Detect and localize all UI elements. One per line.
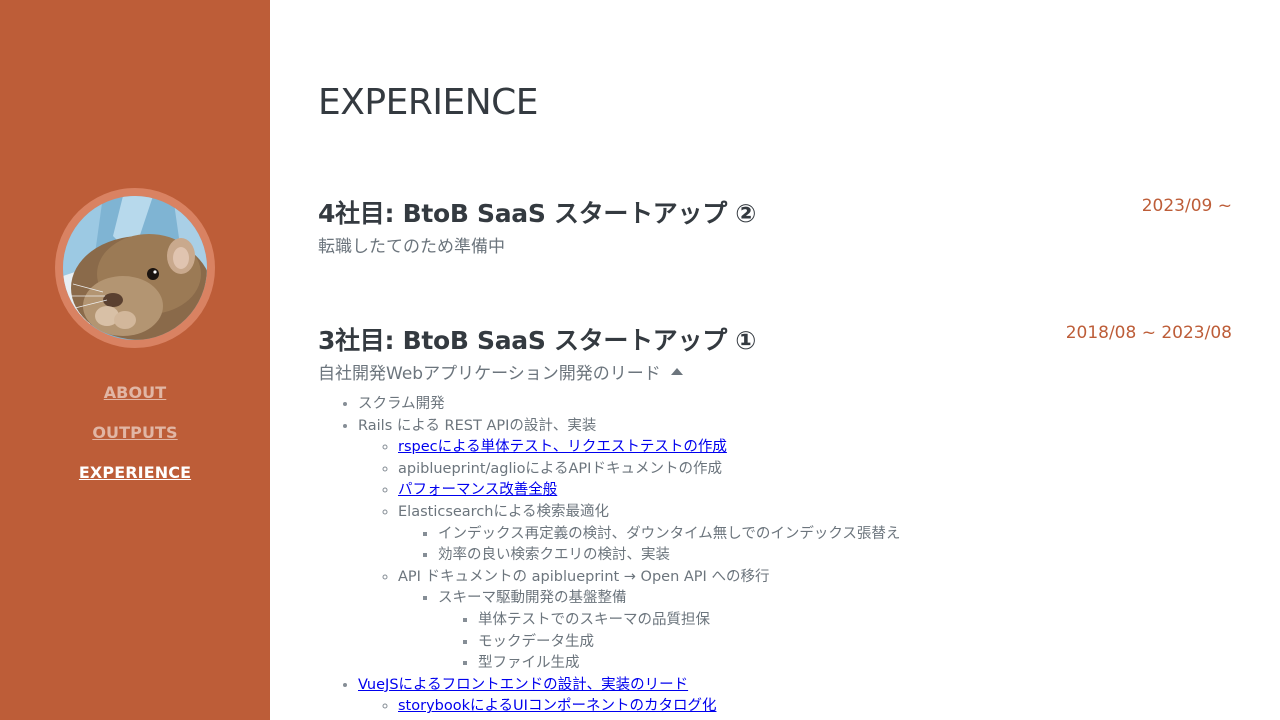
task-list: スクラム開発 Rails による REST APIの設計、実装 rspecによる… [318,394,900,718]
list-item: スクラム開発 [358,394,900,416]
list-item: 型ファイル生成 [478,653,900,675]
list-item: apiblueprint/aglioによるAPIドキュメントの作成 [398,459,900,481]
task-text: モックデータ生成 [478,633,594,650]
avatar [55,188,215,348]
job-title: 4社目: BtoB SaaS スタートアップ ② [318,199,757,228]
list-item: rspecによる単体テスト、リクエストテストの作成 [398,437,900,459]
job-date: 2018/08 ~ 2023/08 [1065,323,1232,343]
sidebar-nav: ABOUT OUTPUTS EXPERIENCE [0,382,270,502]
list-item: API ドキュメントの apiblueprint → Open API への移行… [398,567,900,675]
storybook-link[interactable]: storybookによるUIコンポーネントのカタログ化 [398,698,716,714]
task-text: 効率の良い検索クエリの検討、実装 [438,547,670,564]
page-title: EXPERIENCE [318,82,539,123]
job-subtitle: 自社開発Webアプリケーション開発のリード [318,364,661,384]
list-item: モックデータ生成 [478,632,900,654]
job-subtitle-toggle[interactable]: 自社開発Webアプリケーション開発のリード [318,359,1232,384]
sidebar: ABOUT OUTPUTS EXPERIENCE [0,0,270,720]
list-item: 単体テストでのスキーマの品質担保 [478,610,900,632]
task-text: API ドキュメントの apiblueprint → Open API への移行 [398,568,770,585]
job-date: 2023/09 ~ [1141,196,1232,216]
nav-link-experience[interactable]: EXPERIENCE [0,462,270,502]
main-content: EXPERIENCE 4社目: BtoB SaaS スタートアップ ② 転職した… [318,0,1232,720]
list-item: パフォーマンス改善全般 [398,480,900,502]
list-item: Rails による REST APIの設計、実装 rspecによる単体テスト、リ… [358,416,900,675]
list-item: Elasticsearchによる検索最適化 インデックス再定義の検討、ダウンタイ… [398,502,900,567]
task-text: 型ファイル生成 [478,655,580,672]
job-subtitle: 転職したてのため準備中 [318,237,505,257]
list-item: VueJSによるフロントエンドの設計、実装のリード storybookによるUI… [358,675,900,718]
caret-up-icon[interactable] [670,368,683,375]
task-text: スクラム開発 [358,396,445,412]
list-item: storybookによるUIコンポーネントのカタログ化 [398,696,900,718]
vue-link[interactable]: VueJSによるフロントエンドの設計、実装のリード [358,677,688,693]
task-text: Elasticsearchによる検索最適化 [398,503,610,520]
profile-photo [63,196,207,340]
performance-link[interactable]: パフォーマンス改善全般 [398,482,557,498]
list-item: スキーマ駆動開発の基盤整備 単体テストでのスキーマの品質担保 モックデータ生成 … [438,588,900,674]
nav-link-outputs[interactable]: OUTPUTS [0,422,270,462]
job-entry-3: 3社目: BtoB SaaS スタートアップ ① 自社開発Webアプリケーション… [318,321,1232,384]
degu-photo-icon [63,196,207,340]
task-text: インデックス再定義の検討、ダウンタイム無しでのインデックス張替え [438,525,901,542]
task-text: 単体テストでのスキーマの品質担保 [478,611,710,628]
list-item: 効率の良い検索クエリの検討、実装 [438,545,900,567]
list-item: インデックス再定義の検討、ダウンタイム無しでのインデックス張替え [438,524,900,546]
task-text: Rails による REST APIの設計、実装 [358,417,597,434]
rspec-link[interactable]: rspecによる単体テスト、リクエストテストの作成 [398,439,727,455]
nav-link-about[interactable]: ABOUT [0,382,270,422]
task-text: スキーマ駆動開発の基盤整備 [438,590,627,607]
task-text: apiblueprint/aglioによるAPIドキュメントの作成 [398,460,722,477]
job-entry-4: 4社目: BtoB SaaS スタートアップ ② 転職したてのため準備中 202… [318,194,1232,257]
